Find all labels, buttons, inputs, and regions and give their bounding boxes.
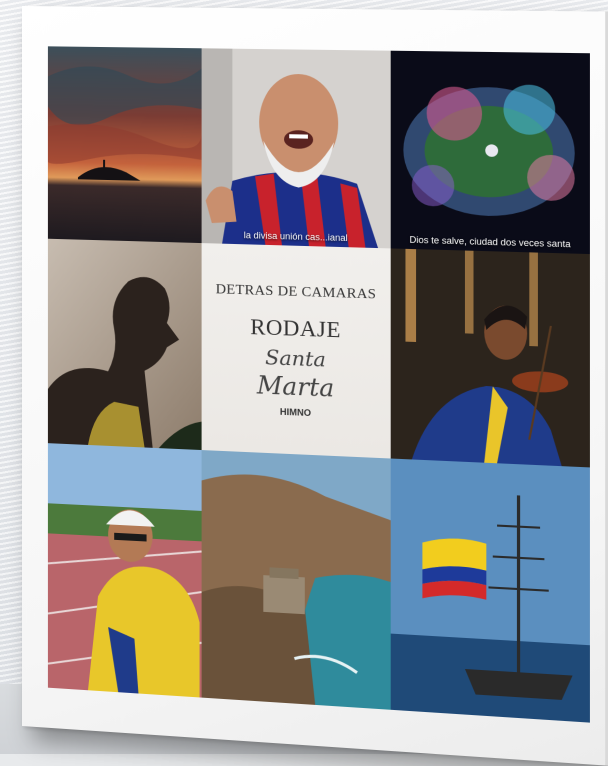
violinist-image [391,248,590,467]
tile-stadium-fireworks: Dios te salve, ciudad dos veces santa [391,51,590,254]
tile-violinist [391,248,590,467]
stadium-fireworks-image [391,51,590,254]
runner-silhouette-image [48,239,202,450]
tall-ship-image [391,459,590,723]
tile-smiling-fan: la divisa unión cas...ianal [202,48,391,248]
tile-runner-silhouette [48,239,202,450]
title-rodaje: RODAJE [250,314,341,344]
tile-coastal-cliff [202,450,391,710]
title-panel: DETRAS DE CAMARAS RODAJE Santa Marta HIM… [202,243,391,458]
title-himno: HIMNO [280,407,311,419]
coastal-cliff-image [202,450,391,710]
tile-cyclist [48,443,202,697]
tile-sunset-island [48,46,202,243]
script-santa: Santa [265,345,326,372]
tile-tall-ship [391,459,590,723]
script-marta: Marta [257,371,334,403]
sunset-island-image [48,46,202,243]
title-behind-the-scenes: DETRAS DE CAMARAS [216,282,376,303]
photo-collage-grid: la divisa unión cas...ianal Dios te salv… [48,46,590,722]
poster-frame: la divisa unión cas...ianal Dios te salv… [22,6,608,766]
cyclist-image [48,443,202,697]
smiling-fan-image [202,48,391,248]
